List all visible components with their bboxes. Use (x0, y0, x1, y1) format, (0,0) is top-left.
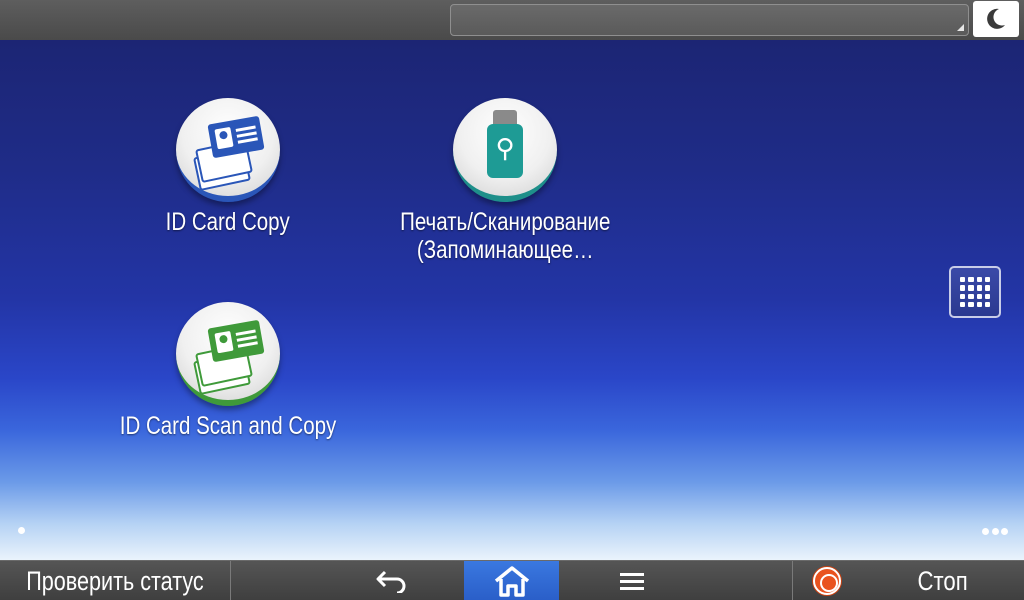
app-id-card-scan-and-copy[interactable]: ID Card Scan and Copy (98, 302, 358, 440)
app-label: Печать/Сканирование (Запоминающее… (399, 208, 611, 264)
expand-corner-icon (957, 24, 964, 31)
stop-icon (813, 567, 841, 595)
home-icon (494, 566, 529, 597)
app-label: ID Card Copy (165, 208, 291, 236)
top-bar (0, 0, 1024, 40)
grid-icon (960, 277, 990, 307)
energy-saver-button[interactable] (973, 1, 1019, 37)
menu-button[interactable] (602, 561, 662, 600)
app-print-scan-memory-storage[interactable]: ⚲ Печать/Сканирование (Запоминающее… (375, 98, 635, 264)
id-card-scan-icon (176, 302, 280, 406)
app-id-card-copy[interactable]: ID Card Copy (98, 98, 358, 236)
moon-icon (987, 8, 1005, 29)
check-status-button[interactable]: Проверить статус (0, 561, 231, 600)
id-card-copy-icon (176, 98, 280, 202)
home-screen: ID Card Copy ⚲ Печать/Сканирование (Запо… (0, 40, 1024, 560)
menu-icon (620, 572, 644, 590)
back-arrow-icon (376, 570, 406, 593)
page-indicator-dot (18, 527, 25, 534)
usb-drive-icon: ⚲ (453, 98, 557, 202)
bottom-bar: Проверить статус Стоп (0, 560, 1024, 600)
app-label: ID Card Scan and Copy (119, 412, 337, 440)
back-button[interactable] (362, 561, 422, 600)
more-dots-icon[interactable] (982, 525, 1008, 537)
home-button[interactable] (464, 561, 559, 600)
status-message-field[interactable] (450, 4, 969, 36)
stop-button[interactable]: Стоп (792, 561, 1024, 600)
stop-label: Стоп (917, 566, 969, 596)
app-list-button[interactable] (949, 266, 1001, 318)
